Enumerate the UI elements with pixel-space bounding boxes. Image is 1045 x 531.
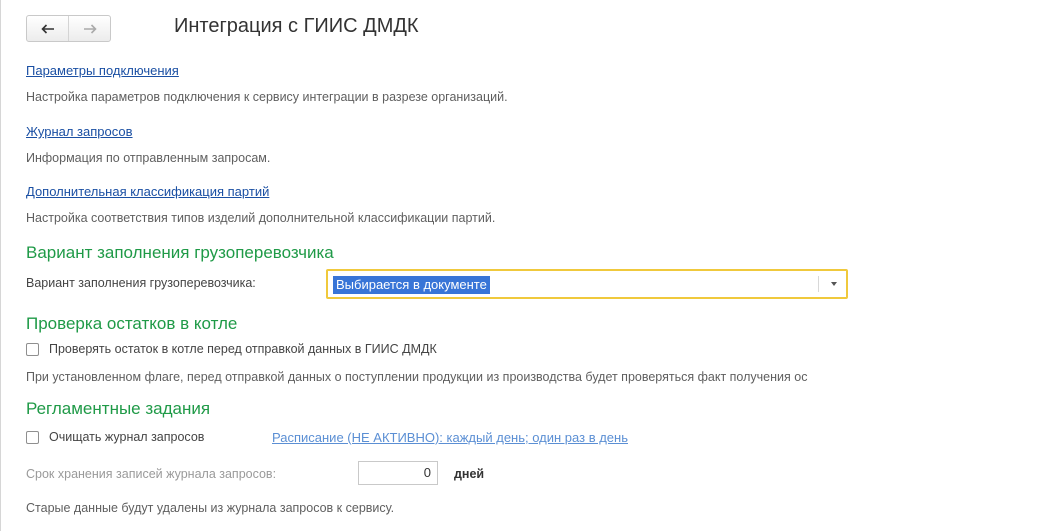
clear-log-checkbox[interactable] (26, 431, 39, 444)
clear-log-label[interactable]: Очищать журнал запросов (49, 430, 204, 444)
batch-classification-description: Настройка соответствия типов изделий доп… (26, 211, 496, 225)
select-separator (818, 276, 819, 292)
connection-parameters-description: Настройка параметров подключения к серви… (26, 90, 508, 104)
batch-classification-link[interactable]: Дополнительная классификация партий (26, 184, 269, 199)
arrow-left-icon (40, 23, 54, 34)
scheduled-section-title: Регламентные задания (26, 399, 211, 418)
retention-label: Срок хранения записей журнала запросов: (26, 467, 277, 481)
retention-unit: дней (454, 467, 485, 481)
carrier-field-label: Вариант заполнения грузоперевозчика: (26, 276, 256, 290)
request-log-description: Информация по отправленным запросам. (26, 151, 271, 165)
carrier-select-value: Выбирается в документе (333, 276, 490, 294)
retention-days-input[interactable]: 0 (358, 461, 438, 485)
balance-section-title: Проверка остатков в котле (26, 314, 238, 333)
carrier-section-title: Вариант заполнения грузоперевозчика (26, 243, 334, 262)
carrier-select[interactable]: Выбирается в документе (326, 269, 848, 299)
retention-note: Старые данные будут удалены из журнала з… (26, 501, 395, 515)
back-button[interactable] (27, 16, 68, 41)
navigation-buttons (26, 15, 111, 42)
balance-check-label[interactable]: Проверять остаток в котле перед отправко… (49, 342, 437, 356)
forward-button[interactable] (68, 16, 110, 41)
left-border (0, 0, 1, 531)
schedule-link[interactable]: Расписание (НЕ АКТИВНО): каждый день; од… (272, 430, 628, 445)
page-title: Интеграция с ГИИС ДМДК (174, 15, 419, 37)
chevron-down-icon[interactable] (831, 282, 837, 286)
connection-parameters-link[interactable]: Параметры подключения (26, 63, 179, 78)
request-log-link[interactable]: Журнал запросов (26, 124, 133, 139)
balance-check-checkbox[interactable] (26, 343, 39, 356)
balance-check-hint: При установленном флаге, перед отправкой… (26, 370, 808, 384)
arrow-right-icon (83, 23, 97, 34)
